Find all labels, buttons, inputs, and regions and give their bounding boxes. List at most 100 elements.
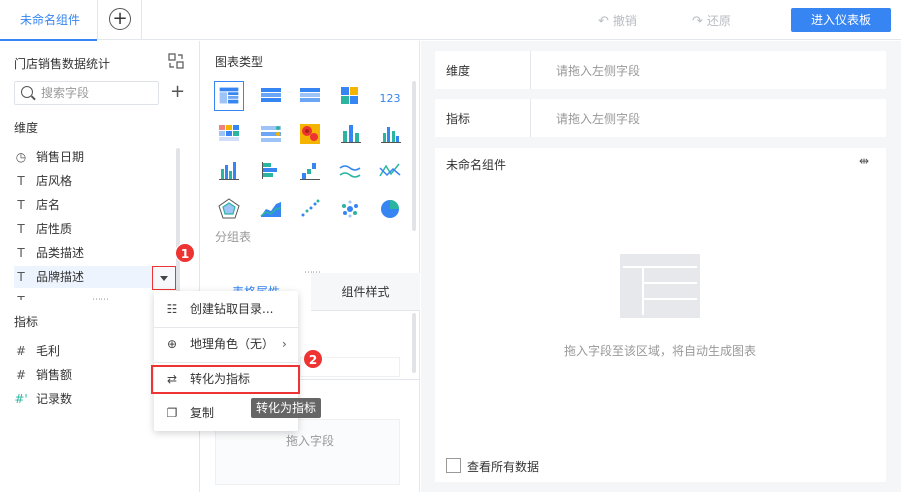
text-field-icon: T xyxy=(14,290,28,300)
search-input[interactable] xyxy=(41,85,151,101)
kpi-number-icon[interactable]: 123 xyxy=(375,81,405,111)
step-badge: 2 xyxy=(303,349,323,369)
multi-line-icon[interactable] xyxy=(375,156,405,186)
line-chart-icon[interactable] xyxy=(335,156,365,186)
indicator-row-label: 指标 xyxy=(446,112,471,126)
group-table-icon[interactable] xyxy=(214,81,244,111)
top-bar: 未命名组件 + ↶ 撤销 ↷ 还原 进入仪表板 xyxy=(0,0,901,41)
undo-button[interactable]: ↶ 撤销 xyxy=(598,12,637,29)
dimension-drop-row[interactable]: 维度 请拖入左侧字段 xyxy=(435,51,886,89)
empty-chart-icon xyxy=(620,254,700,318)
field-label: 店风格 xyxy=(36,174,73,188)
chart-type-name: 分组表 xyxy=(215,230,252,244)
dimension-section-label: 维度 xyxy=(14,121,39,135)
heatmap-icon[interactable] xyxy=(295,119,325,149)
svg-text:123: 123 xyxy=(380,92,401,105)
divider xyxy=(530,51,531,89)
redo-icon: ↷ xyxy=(692,14,703,29)
chart-type-scrollbar[interactable] xyxy=(412,81,416,231)
attribute-scrollbar[interactable] xyxy=(412,313,416,373)
show-all-data-label: 查看所有数据 xyxy=(467,460,540,474)
field-label: 品类描述 xyxy=(36,246,85,260)
field-label: 店性质 xyxy=(36,222,73,236)
redo-label: 还原 xyxy=(706,14,731,28)
field-item[interactable]: T 店性质 xyxy=(14,218,180,240)
number-field-icon: # xyxy=(15,368,27,382)
field-item[interactable]: T 品类描述 xyxy=(14,242,180,264)
component-tab[interactable]: 未命名组件 xyxy=(0,0,98,41)
field-label: 记录数 xyxy=(36,392,73,406)
add-field-icon[interactable]: + xyxy=(170,83,185,101)
waterfall-icon[interactable] xyxy=(295,156,325,186)
radar-chart-icon[interactable] xyxy=(214,194,244,224)
chart-type-title: 图表类型 xyxy=(215,55,264,69)
switch-dataset-icon[interactable] xyxy=(168,53,184,69)
text-field-icon: T xyxy=(17,222,25,236)
resize-handle-icon[interactable]: ⋯⋯ xyxy=(92,295,109,305)
field-dropdown-button[interactable] xyxy=(152,266,176,290)
grouped-bar-icon[interactable] xyxy=(375,119,405,149)
show-all-data-checkbox[interactable] xyxy=(446,458,461,473)
indicator-section-label: 指标 xyxy=(14,315,39,329)
menu-item-create-drill[interactable]: ☷ 创建钻取目录... xyxy=(154,293,298,325)
app-root: 未命名组件 + ↶撤销 ↷还原 进入仪表板 门店销售数据统计 + 维度 ◷ 销售日… xyxy=(0,0,901,492)
highlight-box xyxy=(151,365,300,394)
undo-icon: ↶ xyxy=(598,14,609,29)
menu-item-geo-role[interactable]: ⊕ 地理角色（无） › xyxy=(154,328,298,360)
text-field-icon: T xyxy=(17,174,25,188)
field-item[interactable]: T 店风格 xyxy=(14,170,180,192)
field-list-scrollbar[interactable] xyxy=(176,148,180,298)
bullet-table-icon[interactable] xyxy=(256,119,286,149)
field-search[interactable] xyxy=(14,81,159,105)
indicator-placeholder: 请拖入左侧字段 xyxy=(556,112,641,126)
redo-button[interactable]: ↷ 还原 xyxy=(692,12,731,29)
field-label: 销售额 xyxy=(36,368,73,382)
text-field-icon: T xyxy=(17,198,25,212)
field-label: 品牌描述 xyxy=(36,270,85,284)
menu-item-label: 创建钻取目录... xyxy=(190,302,274,316)
horizontal-bar-icon[interactable] xyxy=(256,156,286,186)
kpi-table-icon[interactable] xyxy=(214,119,244,149)
expand-width-icon[interactable]: ⇹ xyxy=(859,154,869,168)
text-field-icon: T xyxy=(17,246,25,260)
cross-table-icon[interactable] xyxy=(295,81,325,111)
column-chart-icon[interactable] xyxy=(214,156,244,186)
menu-item-label: 复制 xyxy=(190,406,215,420)
dimension-placeholder: 请拖入左侧字段 xyxy=(556,64,641,78)
clock-icon: ◷ xyxy=(15,150,27,164)
tab-component-style[interactable]: 组件样式 xyxy=(311,273,420,311)
drill-icon: ☷ xyxy=(166,302,178,316)
enter-dashboard-button[interactable]: 进入仪表板 xyxy=(791,8,891,32)
number-field-icon: # xyxy=(15,344,27,358)
empty-chart-hint: 拖入字段至该区域，将自动生成图表 xyxy=(564,344,757,358)
bubble-chart-icon[interactable] xyxy=(335,194,365,224)
field-label: 店名 xyxy=(36,198,61,212)
undo-label: 撤销 xyxy=(612,14,637,28)
menu-item-label: 地理角色（无） xyxy=(190,337,275,351)
search-icon xyxy=(21,86,33,98)
detail-table-icon[interactable] xyxy=(256,81,286,111)
field-item[interactable]: ◷ 销售日期 xyxy=(14,146,180,168)
text-field-icon: T xyxy=(17,270,25,284)
chart-canvas-panel: 维度 请拖入左侧字段 指标 请拖入左侧字段 未命名组件 ⇹ 拖入字段至该区域，将… xyxy=(421,41,901,492)
field-item[interactable]: T 店名 xyxy=(14,194,180,216)
stacked-bar-icon[interactable] xyxy=(335,119,365,149)
tab-divider xyxy=(141,0,142,40)
scatter-chart-icon[interactable] xyxy=(295,194,325,224)
add-tab-icon[interactable]: + xyxy=(109,8,131,30)
component-name: 未命名组件 xyxy=(446,158,507,172)
component-tab-label: 未命名组件 xyxy=(20,13,81,27)
drop-field-hint: 拖入字段 xyxy=(286,434,335,448)
copy-icon: ❐ xyxy=(166,406,178,420)
dimension-row-label: 维度 xyxy=(446,64,471,78)
field-label: 毛利 xyxy=(36,344,61,358)
globe-icon: ⊕ xyxy=(166,337,178,351)
pie-chart-icon[interactable] xyxy=(375,194,405,224)
number-field-icon: #' xyxy=(14,392,28,406)
field-label: 销售日期 xyxy=(36,150,85,164)
chart-canvas[interactable]: 未命名组件 ⇹ 拖入字段至该区域，将自动生成图表 查看所有数据 xyxy=(435,148,886,482)
color-block-icon[interactable] xyxy=(335,81,365,111)
area-chart-icon[interactable] xyxy=(256,194,286,224)
step-badge: 1 xyxy=(175,243,195,263)
indicator-drop-row[interactable]: 指标 请拖入左侧字段 xyxy=(435,99,886,137)
